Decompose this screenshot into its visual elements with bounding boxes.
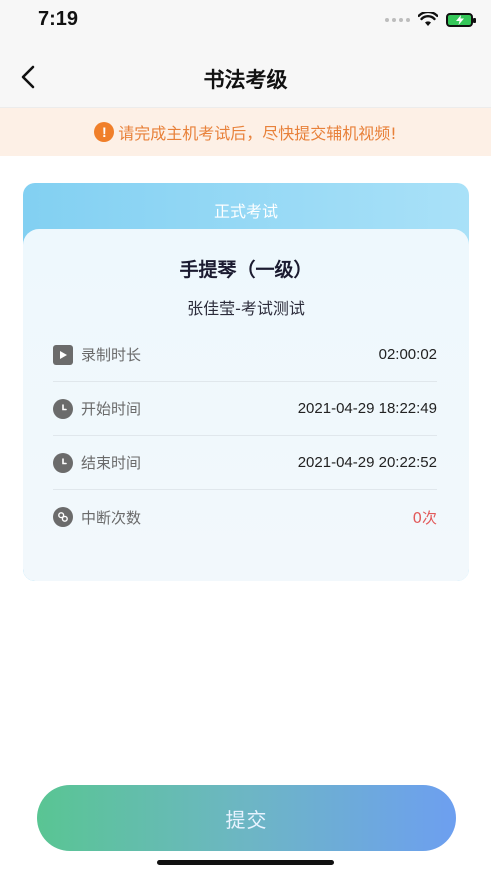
exam-title: 手提琴（一级） — [179, 259, 313, 281]
nav-bar: 书法考级 — [0, 44, 491, 108]
status-time: 7:19 — [38, 8, 79, 30]
info-value: 02:00:02 — [378, 346, 437, 363]
info-label: 结束时间 — [81, 454, 142, 472]
home-indicator — [157, 860, 334, 865]
info-row-end-time: 结束时间 2021-04-29 20:22:52 — [53, 436, 437, 490]
signal-icon — [385, 17, 410, 22]
page-title: 书法考级 — [203, 68, 288, 92]
info-row-duration: 录制时长 02:00:02 — [53, 328, 437, 382]
exam-card: 正式考试 手提琴（一级） 张佳莹-考试测试 录制时长 02:00:02 开始时间… — [23, 183, 469, 581]
exam-card-body: 手提琴（一级） 张佳莹-考试测试 录制时长 02:00:02 开始时间 2021… — [23, 229, 469, 581]
clock-icon — [53, 398, 73, 419]
submit-button[interactable]: 提交 — [37, 785, 456, 851]
link-icon — [53, 507, 73, 527]
info-row-interruptions: 中断次数 0次 — [53, 490, 437, 544]
clock-icon — [53, 452, 73, 473]
info-row-start-time: 开始时间 2021-04-29 18:22:49 — [53, 382, 437, 436]
info-value: 2021-04-29 20:22:52 — [297, 454, 437, 471]
notice-banner: ! 请完成主机考试后，尽快提交辅机视频! — [0, 108, 491, 156]
info-value: 2021-04-29 18:22:49 — [297, 400, 437, 417]
submit-label: 提交 — [225, 807, 268, 832]
exam-type-label: 正式考试 — [213, 202, 278, 221]
warning-icon: ! — [94, 122, 115, 142]
info-label: 开始时间 — [81, 400, 142, 418]
info-value: 0次 — [412, 508, 437, 527]
info-label: 中断次数 — [81, 508, 142, 527]
status-bar: 7:19 — [0, 0, 491, 44]
notice-text: 请完成主机考试后，尽快提交辅机视频! — [118, 124, 397, 143]
exam-subtitle: 张佳莹-考试测试 — [187, 299, 305, 318]
play-icon — [53, 344, 73, 365]
info-label: 录制时长 — [81, 346, 142, 364]
battery-icon — [446, 12, 476, 27]
wifi-icon — [418, 12, 438, 26]
exam-info-list: 录制时长 02:00:02 开始时间 2021-04-29 18:22:49 结… — [53, 328, 437, 544]
status-icons — [385, 12, 476, 27]
